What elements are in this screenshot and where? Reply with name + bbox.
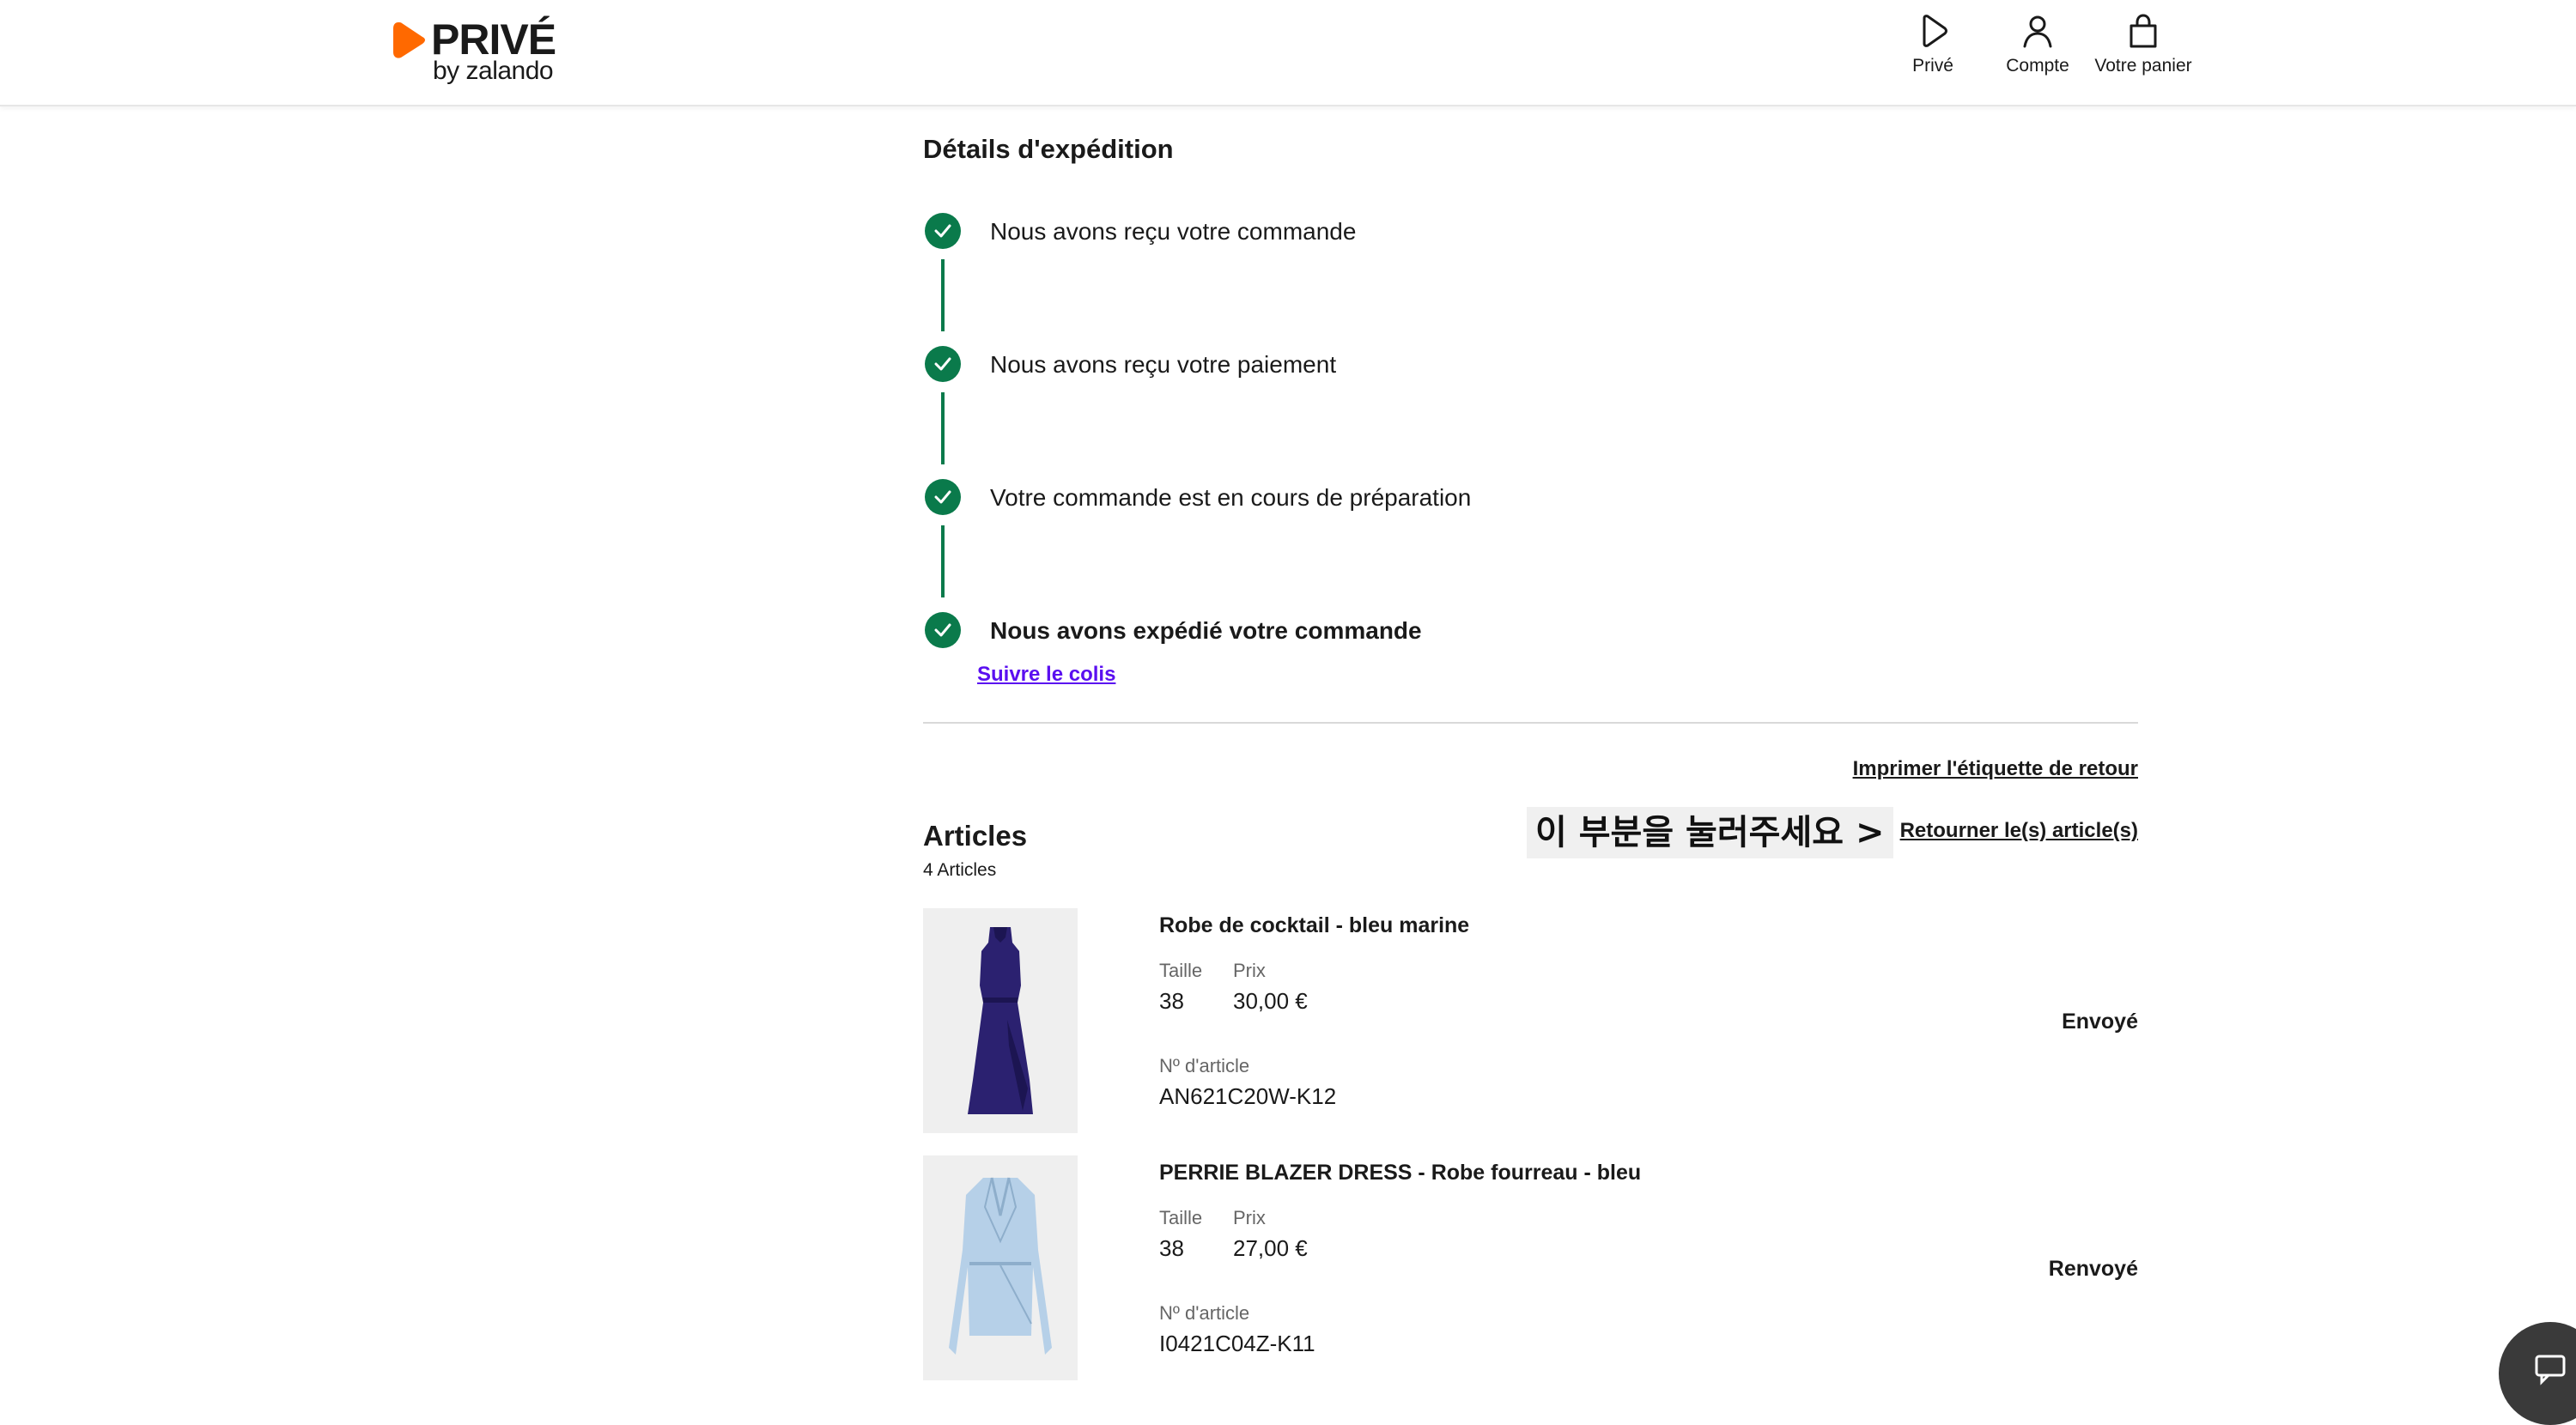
progress-line bbox=[941, 392, 945, 464]
articles-count: 4 Articles bbox=[923, 860, 997, 880]
article-row: PERRIE BLAZER DRESS - Robe fourreau - bl… bbox=[923, 1155, 2138, 1380]
chat-icon bbox=[2535, 1355, 2566, 1386]
article-number: AN621C20W-K12 bbox=[1159, 1083, 1337, 1109]
shipping-step-label: Nous avons reçu votre paiement bbox=[990, 351, 1337, 378]
article-price: 27,00 € bbox=[1233, 1235, 1308, 1261]
shipping-details-title: Détails d'expédition bbox=[923, 134, 1174, 164]
article-name: Robe de cocktail - bleu marine bbox=[1159, 913, 1470, 937]
section-divider bbox=[923, 722, 2138, 724]
zalando-prive-logo[interactable]: PRIVÉ by zalando bbox=[393, 14, 565, 86]
check-circle-icon bbox=[925, 346, 961, 382]
check-circle-icon bbox=[925, 479, 961, 515]
shipping-step-label: Nous avons expédié votre commande bbox=[990, 617, 1422, 644]
article-row: Robe de cocktail - bleu marine Taille Pr… bbox=[923, 908, 2138, 1133]
logo-mark-icon bbox=[393, 22, 425, 58]
bag-icon bbox=[2129, 14, 2157, 48]
nav-cart[interactable]: Votre panier bbox=[2090, 14, 2196, 86]
price-label: Prix bbox=[1233, 1207, 1266, 1228]
nav-account-label: Compte bbox=[2006, 56, 2069, 76]
prive-play-icon bbox=[1923, 15, 1947, 47]
article-status: Envoyé bbox=[2062, 1010, 2138, 1034]
track-parcel-link[interactable]: Suivre le colis bbox=[977, 663, 1115, 687]
return-articles-link[interactable]: Retourner le(s) article(s) bbox=[1900, 819, 2138, 843]
annotation-callout: 이 부분을 눌러주세요 > bbox=[1527, 807, 1893, 858]
nav-prive[interactable]: Privé bbox=[1899, 14, 1966, 86]
progress-line bbox=[941, 525, 945, 597]
article-size: 38 bbox=[1159, 1235, 1184, 1261]
top-header: PRIVÉ by zalando Privé Compte Votre pani… bbox=[0, 0, 2576, 106]
check-circle-icon bbox=[925, 213, 961, 249]
shipping-step-label: Votre commande est en cours de préparati… bbox=[990, 484, 1472, 511]
article-status: Renvoyé bbox=[2048, 1257, 2138, 1281]
article-number-label: Nº d'article bbox=[1159, 1055, 1250, 1076]
check-circle-icon bbox=[925, 612, 961, 648]
article-size: 38 bbox=[1159, 988, 1184, 1014]
article-price: 30,00 € bbox=[1233, 988, 1308, 1014]
nav-account[interactable]: Compte bbox=[1999, 14, 2076, 86]
logo-sub-text: by zalando bbox=[433, 57, 554, 85]
price-label: Prix bbox=[1233, 960, 1266, 981]
article-name: PERRIE BLAZER DRESS - Robe fourreau - bl… bbox=[1159, 1161, 1642, 1185]
progress-line bbox=[941, 259, 945, 331]
size-label: Taille bbox=[1159, 960, 1203, 981]
account-icon bbox=[2023, 15, 2052, 48]
print-return-label-link[interactable]: Imprimer l'étiquette de retour bbox=[1853, 757, 2138, 781]
navy-dress-image[interactable] bbox=[923, 908, 1078, 1133]
shipping-step-label: Nous avons reçu votre commande bbox=[990, 218, 1357, 245]
nav-prive-label: Privé bbox=[1912, 56, 1953, 76]
article-number-label: Nº d'article bbox=[1159, 1302, 1250, 1324]
light-blue-blazer-dress-image[interactable] bbox=[923, 1155, 1078, 1380]
size-label: Taille bbox=[1159, 1207, 1203, 1228]
chat-help-button[interactable] bbox=[2499, 1322, 2576, 1425]
articles-title: Articles bbox=[923, 820, 1028, 852]
article-number: I0421C04Z-K11 bbox=[1159, 1331, 1315, 1356]
nav-cart-label: Votre panier bbox=[2094, 56, 2192, 76]
